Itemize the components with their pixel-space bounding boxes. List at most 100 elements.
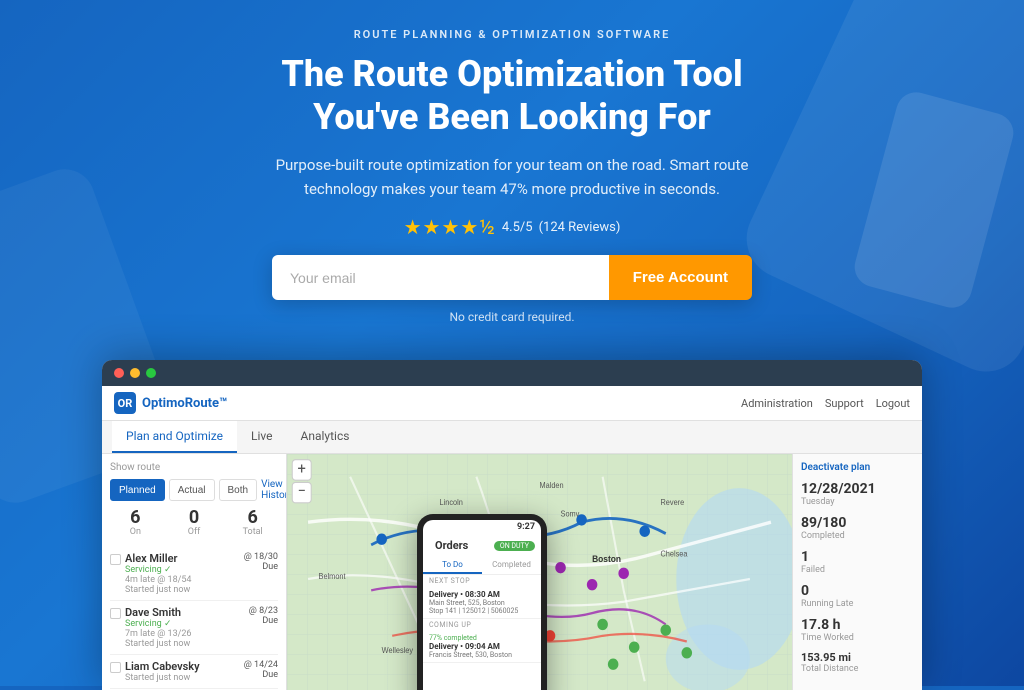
admin-menu[interactable]: Administration xyxy=(741,397,813,410)
mobile-tab-todo[interactable]: To Do xyxy=(423,557,482,574)
driver-liam-count: @ 14/24 xyxy=(244,660,278,670)
svg-text:Belmont: Belmont xyxy=(319,572,347,581)
mobile-next-stop-label: NEXT STOP xyxy=(423,575,541,587)
window-minimize-dot[interactable] xyxy=(130,368,140,378)
window-chrome xyxy=(102,360,922,386)
stat-total: 6 Total xyxy=(227,509,278,537)
rating-reviews: (124 Reviews) xyxy=(539,220,621,235)
stat-off-value: 0 xyxy=(169,509,220,527)
mobile-screen: 9:27 Orders ON DUTY To Do Completed NEXT… xyxy=(423,520,541,690)
svg-text:−: − xyxy=(298,482,306,501)
svg-text:+: + xyxy=(298,459,307,478)
driver-alex-status: Servicing ✓ xyxy=(125,565,240,575)
logo-icon: OR xyxy=(114,392,136,414)
panel-completed-label: Completed xyxy=(801,531,914,541)
svg-text:Wellesley: Wellesley xyxy=(382,646,414,655)
panel-failed-value: 1 xyxy=(801,549,914,565)
stat-off: 0 Off xyxy=(169,509,220,537)
driver-alex-count: @ 18/30 xyxy=(244,552,278,562)
mobile-tab-completed[interactable]: Completed xyxy=(482,557,541,574)
mobile-time: 9:27 xyxy=(423,520,541,534)
toggle-both[interactable]: Both xyxy=(219,479,258,501)
driver-dave-count: @ 8/23 xyxy=(249,606,278,616)
panel-time-worked-value: 17.8 h xyxy=(801,617,914,633)
window-maximize-dot[interactable] xyxy=(146,368,156,378)
stat-off-label: Off xyxy=(169,527,220,537)
app-header: OR OptimoRoute™ Administration Support L… xyxy=(102,386,922,421)
mobile-delivery1-addr: Main Street, 525, Boston xyxy=(429,599,535,607)
driver-dave-name: Dave Smith xyxy=(125,606,245,619)
hero-title: The Route Optimization Tool You've Been … xyxy=(20,53,1004,139)
driver-item-dave[interactable]: Dave Smith Servicing ✓ 7m late @ 13/26 S… xyxy=(110,601,278,655)
show-route-label: Show route xyxy=(110,462,278,473)
view-history-link[interactable]: View History xyxy=(261,479,287,501)
panel-time-worked: 17.8 h Time Worked xyxy=(801,617,914,643)
window-close-dot[interactable] xyxy=(114,368,124,378)
mobile-delivery2-addr: Francis Street, 530, Boston xyxy=(429,651,535,659)
driver-item-alex[interactable]: Alex Miller Servicing ✓ 4m late @ 18/54 … xyxy=(110,547,278,601)
mobile-delivery1-id: Stop 141 | 125012 | 5060025 xyxy=(429,607,535,615)
email-input[interactable] xyxy=(272,255,609,300)
mobile-delivery2-pct: 77% completed xyxy=(429,634,535,642)
tab-live[interactable]: Live xyxy=(237,421,286,453)
svg-text:Chelsea: Chelsea xyxy=(660,549,688,558)
route-toggle-row: Planned Actual Both View History xyxy=(110,479,278,501)
driver-alex-started: Started just now xyxy=(125,585,240,595)
mobile-tabs: To Do Completed xyxy=(423,557,541,575)
driver-dave-checkbox[interactable] xyxy=(110,608,121,619)
on-duty-badge: ON DUTY xyxy=(494,541,535,551)
app-screenshot: OR OptimoRoute™ Administration Support L… xyxy=(102,360,922,690)
panel-failed: 1 Failed xyxy=(801,549,914,575)
app-logo: OR OptimoRoute™ xyxy=(114,392,227,414)
driver-alex-eta: Due xyxy=(244,562,278,572)
driver-dave-eta: Due xyxy=(249,616,278,626)
free-account-button[interactable]: Free Account xyxy=(609,255,752,300)
tab-plan-optimize[interactable]: Plan and Optimize xyxy=(112,421,237,453)
stat-on: 6 On xyxy=(110,509,161,537)
driver-liam-name: Liam Cabevsky xyxy=(125,660,240,673)
mobile-delivery-2[interactable]: 77% completed Delivery • 09:04 AM Franci… xyxy=(423,631,541,663)
mobile-phone-overlay: 9:27 Orders ON DUTY To Do Completed NEXT… xyxy=(417,514,547,690)
no-credit-text: No credit card required. xyxy=(20,310,1004,324)
svg-text:Lincoln: Lincoln xyxy=(440,498,463,507)
driver-alex-checkbox[interactable] xyxy=(110,554,121,565)
driver-liam-checkbox[interactable] xyxy=(110,662,121,673)
driver-dave-stats: @ 8/23 Due xyxy=(249,606,278,626)
panel-running-late-label: Running Late xyxy=(801,599,914,609)
logout-button[interactable]: Logout xyxy=(876,397,910,410)
toggle-actual[interactable]: Actual xyxy=(169,479,215,501)
app-map[interactable]: + − Lincoln Malden Revere Waltham Boston… xyxy=(287,454,792,690)
rating-row: ★★★★½ 4.5/5 (124 Reviews) xyxy=(20,215,1004,239)
mobile-delivery-1[interactable]: Delivery • 08:30 AM Main Street, 525, Bo… xyxy=(423,587,541,619)
panel-total-distance-value: 153.95 mi xyxy=(801,651,914,664)
rating-value: 4.5/5 xyxy=(502,220,533,235)
stat-total-value: 6 xyxy=(227,509,278,527)
panel-total-distance-label: Total Distance xyxy=(801,664,914,674)
mobile-orders-label: Orders xyxy=(429,536,474,555)
app-right-panel: Deactivate plan 12/28/2021 Tuesday 89/18… xyxy=(792,454,922,690)
svg-text:Revere: Revere xyxy=(660,498,684,507)
driver-item-liam[interactable]: Liam Cabevsky Started just now @ 14/24 D… xyxy=(110,655,278,689)
app-sidebar: Show route Planned Actual Both View Hist… xyxy=(102,454,287,690)
support-menu[interactable]: Support xyxy=(825,397,864,410)
panel-total-distance: 153.95 mi Total Distance xyxy=(801,651,914,674)
driver-liam-started: Started just now xyxy=(125,673,240,683)
panel-failed-label: Failed xyxy=(801,565,914,575)
driver-alex-info: Alex Miller Servicing ✓ 4m late @ 18/54 … xyxy=(125,552,240,595)
svg-text:Boston: Boston xyxy=(592,554,621,564)
driver-dave-info: Dave Smith Servicing ✓ 7m late @ 13/26 S… xyxy=(125,606,245,649)
hero-section: ROUTE PLANNING & OPTIMIZATION SOFTWARE T… xyxy=(0,0,1024,344)
mobile-delivery2-time: Delivery • 09:04 AM xyxy=(429,642,535,651)
panel-completed: 89/180 Completed xyxy=(801,515,914,541)
mobile-delivery1-time: Delivery • 08:30 AM xyxy=(429,590,535,599)
stats-row: 6 On 0 Off 6 Total xyxy=(110,509,278,537)
driver-alex-name: Alex Miller xyxy=(125,552,240,565)
deactivate-plan-link[interactable]: Deactivate plan xyxy=(801,462,914,473)
toggle-planned[interactable]: Planned xyxy=(110,479,165,501)
panel-time-worked-label: Time Worked xyxy=(801,633,914,643)
app-tabs: Plan and Optimize Live Analytics xyxy=(102,421,922,454)
svg-text:Malden: Malden xyxy=(540,481,564,490)
tab-analytics[interactable]: Analytics xyxy=(287,421,364,453)
panel-completed-value: 89/180 xyxy=(801,515,914,531)
driver-dave-started: Started just now xyxy=(125,639,245,649)
